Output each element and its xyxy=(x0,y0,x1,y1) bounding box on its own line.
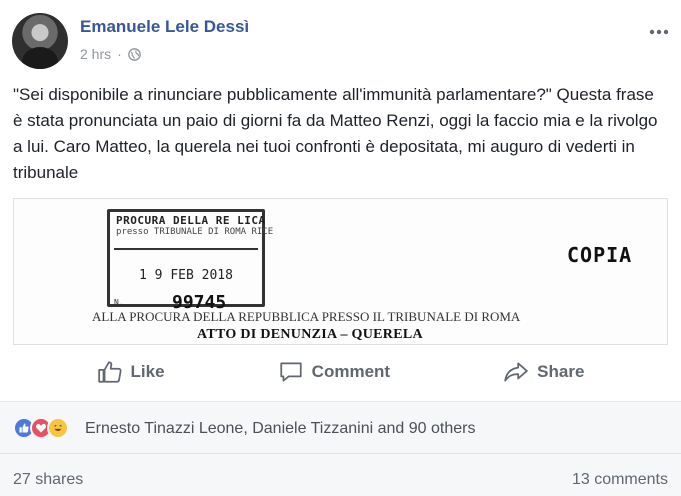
comment-label: Comment xyxy=(311,362,391,381)
comment-button[interactable]: Comment xyxy=(278,359,390,385)
like-label: Like xyxy=(130,362,165,381)
divider xyxy=(0,453,681,454)
author-name[interactable]: Emanuele Lele Dessì xyxy=(80,17,249,37)
share-icon xyxy=(504,362,528,382)
stamp-header: PROCURA DELLA RE LICA xyxy=(116,214,266,227)
stamp-n-label: N. xyxy=(114,298,124,307)
protocol-stamp: PROCURA DELLA RE LICA presso TRIBUNALE D… xyxy=(107,209,273,313)
document-addressee: ALLA PROCURA DELLA REPUBBLICA PRESSO IL … xyxy=(92,309,521,324)
document-title: ATTO DI DENUNZIA – QUERELA xyxy=(197,327,423,342)
post-time[interactable]: 2 hrs xyxy=(80,46,111,62)
stamp-date: 1 9 FEB 2018 xyxy=(139,268,233,283)
avatar[interactable] xyxy=(12,13,68,69)
haha-icon xyxy=(47,417,69,439)
post-text: "Sei disponibile a rinunciare pubblicame… xyxy=(13,85,658,182)
reaction-names[interactable]: Ernesto Tinazzi Leone, Daniele Tizzanini… xyxy=(85,420,475,438)
post-meta: 2 hrs · xyxy=(80,46,141,62)
globe-icon[interactable] xyxy=(127,47,141,61)
reactions-summary: Ernesto Tinazzi Leone, Daniele Tizzanini… xyxy=(0,401,681,496)
action-bar: Like Comment Share xyxy=(0,352,681,392)
copia-label: COPIA xyxy=(567,243,633,267)
reaction-icons[interactable] xyxy=(13,417,69,439)
stamp-divider xyxy=(114,248,258,250)
share-label: Share xyxy=(537,362,585,381)
share-button[interactable]: Share xyxy=(503,359,584,385)
comment-icon xyxy=(280,362,302,382)
shares-count[interactable]: 27 shares xyxy=(13,471,83,489)
comments-count[interactable]: 13 comments xyxy=(572,471,668,489)
attached-document-image[interactable]: PROCURA DELLA RE LICA presso TRIBUNALE D… xyxy=(13,198,668,345)
more-options-icon[interactable] xyxy=(649,22,669,35)
thumbs-up-icon xyxy=(97,361,122,383)
stamp-subheader: presso TRIBUNALE DI ROMA RICE xyxy=(116,227,274,237)
meta-separator: · xyxy=(117,46,122,62)
like-button[interactable]: Like xyxy=(97,359,165,385)
facebook-post: Emanuele Lele Dessì 2 hrs · "Sei disponi… xyxy=(0,0,681,496)
